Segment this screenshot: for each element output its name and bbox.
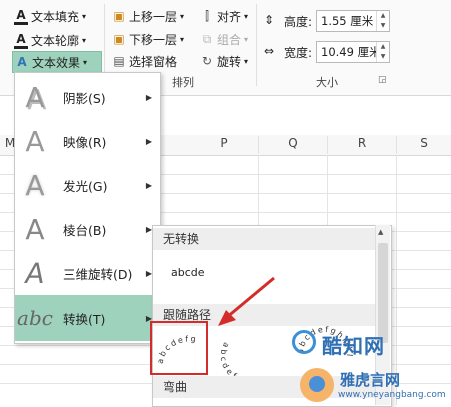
rotate-label: 旋转 xyxy=(217,54,242,69)
selection-pane-label: 选择窗格 xyxy=(129,54,178,69)
scroll-thumb[interactable] xyxy=(378,243,388,343)
group-label: 组合 xyxy=(217,32,242,47)
watermark-url: www.yneyangbang.com xyxy=(338,390,446,400)
text-fill-icon: A xyxy=(14,8,28,25)
watermark-brand-2: 雅虎言网 xyxy=(340,371,401,389)
column-header[interactable]: S xyxy=(397,136,451,154)
chevron-down-icon: ▾ xyxy=(180,34,185,44)
height-input[interactable]: 1.55 厘米 ▲ ▼ xyxy=(316,10,390,32)
menu-item-label: 发光(G) xyxy=(63,178,108,194)
shadow-a-icon: A xyxy=(25,80,45,114)
watermark-badge-icon xyxy=(300,368,334,402)
text-outline-label: 文本轮廓 xyxy=(31,33,80,48)
height-icon: ⇕ xyxy=(264,13,275,27)
rotate-button[interactable]: ↻ 旋转 ▾ xyxy=(200,51,248,71)
highlight-box xyxy=(150,321,208,375)
text-effects-button[interactable]: A 文本效果 ▾ xyxy=(12,51,102,73)
no-transform-option[interactable]: abcde xyxy=(171,266,205,279)
menu-item-transform[interactable]: abc 转换(T) ▶ xyxy=(15,295,160,341)
reflection-a-icon: A xyxy=(25,124,45,158)
send-backward-label: 下移一层 xyxy=(129,32,178,47)
selection-pane-button[interactable]: ▤ 选择窗格 xyxy=(112,51,177,71)
text-effects-label: 文本效果 xyxy=(32,55,81,70)
send-backward-button[interactable]: ▣ 下移一层 ▾ xyxy=(112,29,184,49)
send-backward-icon: ▣ xyxy=(113,32,125,46)
height-spinner[interactable]: ▲ ▼ xyxy=(376,11,389,31)
menu-item-reflection[interactable]: A 映像(R) ▶ xyxy=(15,119,160,163)
menu-item-label: 映像(R) xyxy=(63,134,107,150)
menu-item-glow[interactable]: A 发光(G) ▶ xyxy=(15,163,160,207)
align-button[interactable]: ⫿ 对齐 ▾ xyxy=(200,6,248,26)
width-label: 宽度: xyxy=(284,46,313,60)
submenu-arrow-icon: ▶ xyxy=(145,180,152,190)
dialog-launcher-icon[interactable]: ◲ xyxy=(378,75,387,85)
text-outline-icon: A xyxy=(14,32,28,49)
width-spinner[interactable]: ▲ ▼ xyxy=(376,42,389,62)
glow-a-icon: A xyxy=(25,168,45,202)
menu-item-label: 阴影(S) xyxy=(63,90,106,106)
menu-item-label: 转换(T) xyxy=(63,311,106,327)
chevron-down-icon: ▾ xyxy=(82,11,87,21)
text-effects-icon: A xyxy=(17,55,27,69)
3d-rotation-a-icon: A xyxy=(22,256,48,290)
text-fill-button[interactable]: A 文本填充 ▾ xyxy=(14,6,86,26)
text-fill-label: 文本填充 xyxy=(31,9,80,24)
bring-forward-label: 上移一层 xyxy=(129,9,178,24)
menu-item-shadow[interactable]: A 阴影(S) ▶ xyxy=(15,75,160,119)
group-icon: ⧉ xyxy=(202,31,212,46)
chevron-down-icon: ▾ xyxy=(244,11,249,21)
rotate-icon: ↻ xyxy=(201,54,213,68)
align-icon: ⫿ xyxy=(205,8,209,23)
menu-item-label: 三维旋转(D) xyxy=(63,266,133,282)
chevron-down-icon: ▾ xyxy=(83,57,88,67)
menu-item-label: 棱台(B) xyxy=(63,222,107,238)
text-outline-button[interactable]: A 文本轮廓 ▾ xyxy=(14,30,86,50)
chevron-down-icon: ▾ xyxy=(244,34,249,44)
align-label: 对齐 xyxy=(217,9,242,24)
height-value: 1.55 厘米 xyxy=(321,14,374,28)
text-effects-menu: A 阴影(S) ▶ A 映像(R) ▶ A 发光(G) ▶ A 棱台(B) ▶ … xyxy=(14,72,161,344)
submenu-arrow-icon: ▶ xyxy=(145,136,152,146)
chevron-down-icon: ▾ xyxy=(244,56,249,66)
submenu-arrow-icon: ▶ xyxy=(145,92,152,102)
section-no-transform: 无转换 xyxy=(153,228,375,250)
width-icon: ⇔ xyxy=(264,44,275,58)
column-header[interactable]: R xyxy=(328,136,397,154)
chevron-down-icon: ▾ xyxy=(82,35,87,45)
annotation-arrow-icon xyxy=(218,276,275,326)
menu-item-3d-rotation[interactable]: A 三维旋转(D) ▶ xyxy=(15,251,160,295)
ribbon-separator xyxy=(256,4,257,86)
group-button[interactable]: ⧉ 组合 ▾ xyxy=(200,29,248,49)
watermark-brand: 酷知网 xyxy=(322,334,385,358)
watermark-logo-icon xyxy=(292,330,316,354)
column-header[interactable]: Q xyxy=(259,136,328,154)
width-value: 10.49 厘米 xyxy=(321,45,376,59)
bevel-a-icon: A xyxy=(25,212,45,246)
bring-forward-icon: ▣ xyxy=(113,9,125,23)
width-input[interactable]: 10.49 厘米 ▲ ▼ xyxy=(316,41,390,63)
abc-transform-icon: abc xyxy=(17,306,53,330)
arrange-group-label: 排列 xyxy=(172,76,194,89)
menu-item-bevel[interactable]: A 棱台(B) ▶ xyxy=(15,207,160,251)
size-group-label: 大小 xyxy=(316,76,338,89)
grid-col-line xyxy=(396,155,397,405)
column-header[interactable]: P xyxy=(190,136,259,154)
height-label: 高度: xyxy=(284,15,313,29)
bring-forward-button[interactable]: ▣ 上移一层 ▾ xyxy=(112,6,184,26)
scroll-up-icon[interactable]: ▲ xyxy=(378,228,383,236)
chevron-down-icon: ▾ xyxy=(180,11,185,21)
selection-pane-icon: ▤ xyxy=(113,54,125,68)
